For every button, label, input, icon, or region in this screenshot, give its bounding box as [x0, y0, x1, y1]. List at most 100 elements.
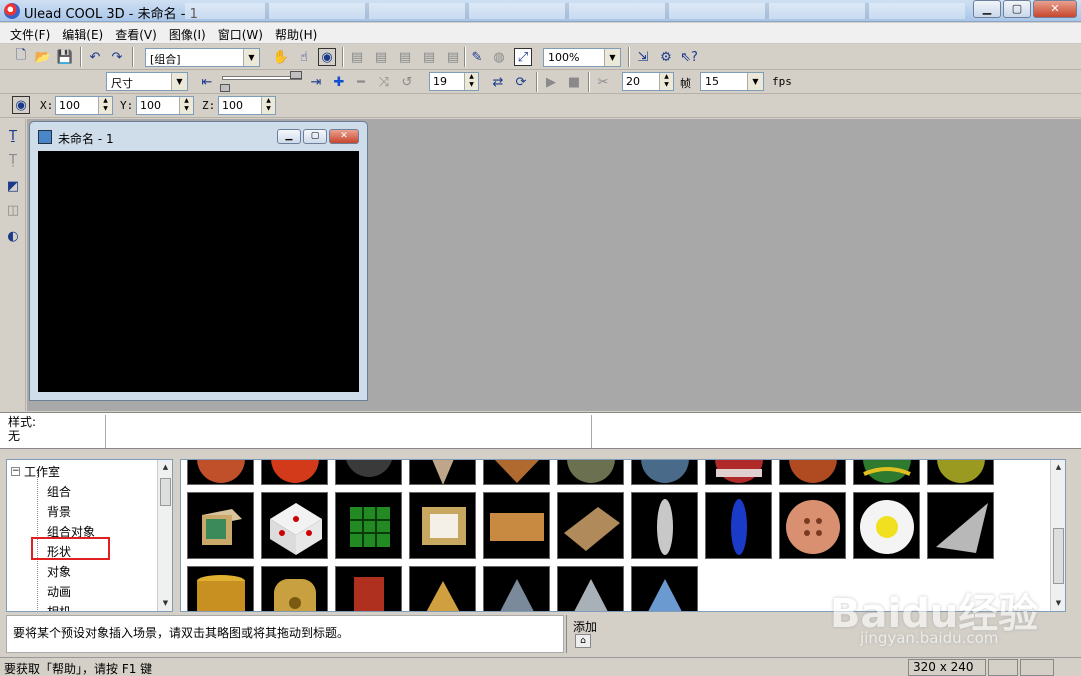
doc-close-button[interactable]: ✕ [329, 129, 359, 144]
thumb-button[interactable] [779, 492, 846, 559]
plugin-icon[interactable]: ✎ [468, 48, 486, 66]
z-spinner[interactable]: 100 ▲ ▼ [218, 96, 276, 115]
maximize-button[interactable]: ▢ [1003, 0, 1031, 18]
thumb-picture-frame[interactable] [409, 492, 476, 559]
reverse-icon[interactable]: ⤨ [375, 73, 393, 91]
frame-spinner[interactable]: 19 ▲ ▼ [429, 72, 479, 91]
thumb-lock-cylinder[interactable] [261, 566, 328, 611]
loop-icon[interactable]: ⇄ [489, 73, 507, 91]
close-button[interactable]: ✕ [1033, 0, 1077, 18]
menu-view[interactable]: 查看(V) [109, 23, 163, 43]
thumb-red-can[interactable] [335, 566, 402, 611]
tree-root[interactable]: − 工作室 [11, 463, 60, 480]
thumb-blue-pyramid[interactable] [631, 566, 698, 611]
doc-maximize-button[interactable]: ▢ [303, 129, 327, 144]
chart-icon[interactable]: ⤢ [514, 48, 532, 66]
thumb-cone-pattern[interactable] [409, 460, 476, 485]
thumb-blue-disc[interactable] [705, 492, 772, 559]
timeline-slider-thumb[interactable] [290, 71, 302, 79]
hand-icon[interactable]: ✋ [272, 48, 290, 66]
rotate-hand-icon[interactable]: ☝ [295, 48, 313, 66]
redo-icon[interactable]: ↷ [108, 48, 126, 66]
text-edit-icon[interactable]: Ṭ [4, 151, 22, 169]
timeline-slider-start-thumb[interactable] [220, 84, 230, 92]
thumb-wood-cone[interactable] [483, 460, 550, 485]
menu-image[interactable]: 图像(I) [163, 23, 212, 43]
zoom-select[interactable]: 100% ▼ [543, 48, 621, 67]
fit-object-icon[interactable]: ◉ [318, 48, 336, 66]
tree-item-object[interactable]: 对象 [47, 563, 71, 580]
thumb-red-ball[interactable] [261, 460, 328, 485]
light-icon[interactable]: ◐ [4, 227, 22, 245]
save-icon[interactable]: 💾 [56, 48, 74, 66]
ping-pong-icon[interactable]: ⟳ [512, 73, 530, 91]
add-keyframe-icon[interactable]: ✚ [330, 73, 348, 91]
thumb-earth[interactable] [631, 460, 698, 485]
thumb-metal-cone[interactable] [927, 492, 994, 559]
thumb-cork-board[interactable] [557, 492, 624, 559]
thumb-gold-cylinder[interactable] [187, 566, 254, 611]
undo-icon[interactable]: ↶ [86, 48, 104, 66]
thumb-gold-pyramid[interactable] [409, 566, 476, 611]
object-select[interactable]: [组合] ▼ [145, 48, 260, 67]
thumb-dice[interactable] [261, 492, 328, 559]
align-4-icon[interactable]: ▤ [420, 48, 438, 66]
x-spinner[interactable]: 100 ▲ ▼ [55, 96, 113, 115]
scroll-up-icon[interactable]: ▲ [1051, 460, 1065, 474]
render-canvas[interactable] [38, 151, 359, 392]
thumb-stone-pyramid[interactable] [483, 566, 550, 611]
add-icon[interactable]: ⌂ [575, 634, 591, 648]
export-icon[interactable]: ⇲ [634, 48, 652, 66]
thumb-silver-pyramid[interactable] [557, 566, 624, 611]
attribute-select[interactable]: 尺寸 ▼ [106, 72, 188, 91]
align-5-icon[interactable]: ▤ [444, 48, 462, 66]
total-frames-spinner[interactable]: 20 ▲ ▼ [622, 72, 674, 91]
object-edit-icon[interactable]: ◫ [4, 201, 22, 219]
minimize-button[interactable]: ▁ [973, 0, 1001, 18]
scroll-up-icon[interactable]: ▲ [158, 460, 172, 474]
thumb-striped-ball[interactable] [705, 460, 772, 485]
tree-item-group[interactable]: 组合 [47, 483, 71, 500]
help-pointer-icon[interactable]: ⇖? [680, 48, 698, 66]
text-insert-icon[interactable]: Ṯ [4, 127, 22, 145]
globe-icon[interactable]: ◍ [490, 48, 508, 66]
fps-select[interactable]: 15 ▼ [700, 72, 764, 91]
new-file-icon[interactable]: 🗋 [12, 48, 30, 66]
remove-keyframe-icon[interactable]: ━ [352, 73, 370, 91]
collapse-icon[interactable]: − [11, 467, 20, 476]
align-3-icon[interactable]: ▤ [396, 48, 414, 66]
align-1-icon[interactable]: ▤ [348, 48, 366, 66]
tree-scroll-thumb[interactable] [160, 478, 171, 506]
render-icon[interactable]: ⚙ [657, 48, 675, 66]
thumb-green-sphere[interactable] [853, 460, 920, 485]
smooth-icon[interactable]: ✂ [594, 73, 612, 91]
y-spinner[interactable]: 100 ▲ ▼ [136, 96, 194, 115]
first-keyframe-icon[interactable]: ⇤ [198, 73, 216, 91]
menu-file[interactable]: 文件(F) [4, 23, 56, 43]
align-2-icon[interactable]: ▤ [372, 48, 390, 66]
geometric-object-icon[interactable]: ◩ [4, 177, 22, 195]
thumb-wood-plank[interactable] [483, 492, 550, 559]
thumb-rubiks-cube[interactable] [335, 492, 402, 559]
tree-scrollbar[interactable]: ▲ ▼ [157, 460, 172, 611]
thumb-yellow-sphere[interactable] [927, 460, 994, 485]
menu-window[interactable]: 窗口(W) [212, 23, 269, 43]
last-keyframe-icon[interactable]: ⇥ [307, 73, 325, 91]
thumb-fried-egg[interactable] [853, 492, 920, 559]
loop-back-icon[interactable]: ↺ [398, 73, 416, 91]
thumb-orange-sphere[interactable] [779, 460, 846, 485]
stop-icon[interactable]: ■ [565, 73, 583, 91]
tree-item-background[interactable]: 背景 [47, 503, 71, 520]
menu-help[interactable]: 帮助(H) [269, 23, 323, 43]
menu-edit[interactable]: 编辑(E) [56, 23, 109, 43]
tree-item-animation[interactable]: 动画 [47, 583, 71, 600]
doc-minimize-button[interactable]: ▁ [277, 129, 301, 144]
position-mode-icon[interactable]: ◉ [12, 96, 30, 114]
play-icon[interactable]: ▶ [542, 73, 560, 91]
thumb-dark-sphere[interactable] [335, 460, 402, 485]
tree-item-camera[interactable]: 相机 [47, 603, 71, 611]
thumb-marble-sphere[interactable] [557, 460, 624, 485]
thumb-coin-edge[interactable] [631, 492, 698, 559]
thumb-wooden-block[interactable] [187, 492, 254, 559]
thumb-basketball[interactable] [187, 460, 254, 485]
